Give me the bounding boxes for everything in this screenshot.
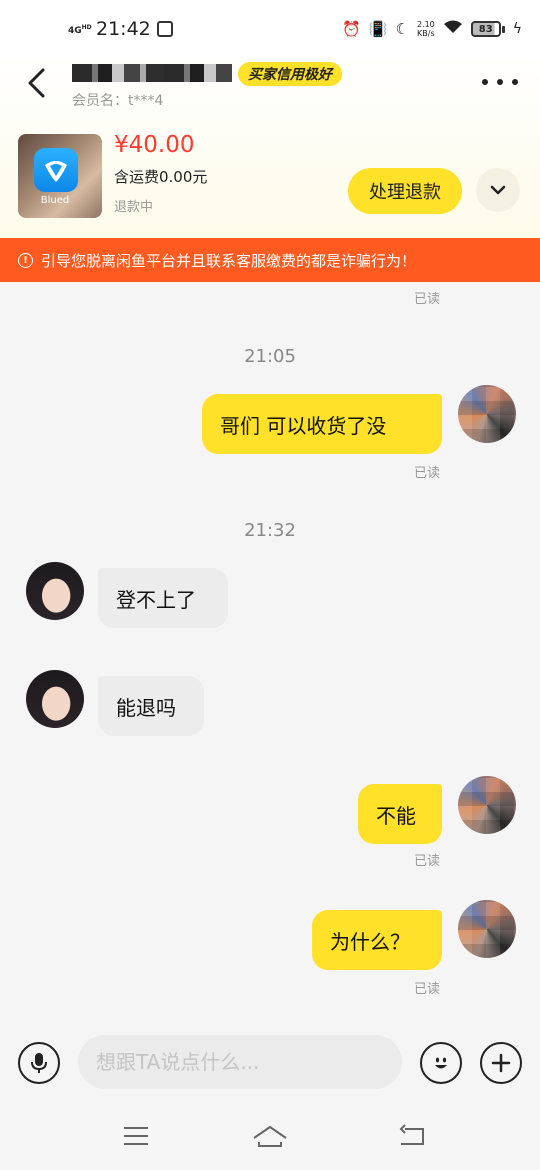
chat-area[interactable]: 已读 21:05 哥们 可以收货了没 已读 21:32 登不上了 能退吗 不能 … — [0, 282, 540, 1018]
message-input-bar — [0, 1018, 540, 1104]
wifi-icon — [443, 19, 463, 39]
screenshot-notification-icon — [156, 21, 173, 37]
message-bubble-received[interactable]: 登不上了 — [98, 568, 228, 628]
message-bubble-sent[interactable]: 哥们 可以收货了没 — [202, 394, 442, 454]
more-dots-icon — [482, 79, 488, 85]
buyer-avatar[interactable] — [26, 562, 84, 620]
emoji-button[interactable] — [420, 1042, 462, 1084]
message-bubble-sent[interactable]: 不能 — [358, 784, 442, 844]
back-button[interactable] — [22, 66, 52, 100]
my-avatar[interactable] — [458, 385, 516, 443]
home-icon — [253, 1125, 287, 1147]
system-navigation-bar — [0, 1104, 540, 1170]
blued-app-icon — [34, 148, 78, 192]
menu-icon — [124, 1127, 148, 1145]
battery-icon: 83 — [470, 21, 505, 37]
warning-icon: ! — [18, 252, 33, 268]
fraud-warning-banner: ! 引导您脱离闲鱼平台并且联系客服缴费的都是诈骗行为！ — [0, 238, 540, 282]
handle-refund-button[interactable]: 处理退款 — [348, 168, 462, 214]
nav-back-button[interactable] — [392, 1120, 432, 1152]
app-label: Blued — [40, 195, 70, 206]
do-not-disturb-moon-icon: ☾ — [395, 20, 409, 38]
alarm-icon: ⏰ — [342, 20, 361, 38]
vibrate-icon: 📳 — [368, 20, 388, 38]
message-bubble-received[interactable]: 能退吗 — [98, 676, 204, 736]
buyer-avatar[interactable] — [26, 670, 84, 728]
status-time: 21:42 — [96, 18, 151, 40]
read-status: 已读 — [414, 466, 441, 481]
return-icon — [399, 1124, 424, 1145]
back-arrow-icon — [28, 68, 45, 98]
emoji-icon — [435, 1057, 447, 1069]
expand-button[interactable] — [476, 168, 520, 212]
charging-icon: ϟ — [512, 21, 522, 37]
seller-name-redacted — [72, 64, 232, 82]
network-hd: HD — [81, 23, 92, 31]
battery-level: 83 — [470, 21, 501, 37]
chat-timestamp: 21:05 — [244, 346, 296, 367]
member-name: 会员名：t***4 — [72, 93, 164, 109]
my-avatar[interactable] — [458, 776, 516, 834]
more-button[interactable] — [482, 70, 518, 94]
voice-button[interactable] — [18, 1042, 60, 1084]
my-avatar[interactable] — [458, 900, 516, 958]
add-button[interactable] — [480, 1042, 522, 1084]
status-bar: 4GHD 21:42 ⏰ 📳 ☾ 2.10 KB/s 83 ϟ — [0, 0, 540, 58]
message-bubble-sent[interactable]: 为什么？ — [312, 910, 442, 970]
read-status: 已读 — [414, 292, 441, 307]
warning-text: 引导您脱离闲鱼平台并且联系客服缴费的都是诈骗行为！ — [41, 251, 417, 270]
network-type: 4G — [68, 25, 82, 36]
microphone-icon — [31, 1053, 47, 1073]
network-speed-value: 2.10 — [416, 20, 435, 29]
plus-icon — [491, 1053, 511, 1073]
shipping-fee: 含运费0.00元 — [114, 168, 208, 186]
network-indicator: 4GHD — [68, 23, 92, 36]
product-image[interactable]: Blued — [18, 134, 102, 218]
chat-timestamp: 21:32 — [244, 520, 296, 541]
network-speed: 2.10 KB/s — [417, 20, 435, 38]
order-status: 退款中 — [114, 200, 154, 215]
nav-home-button[interactable] — [250, 1120, 290, 1152]
message-input[interactable] — [78, 1035, 402, 1089]
read-status: 已读 — [414, 854, 441, 869]
chat-header: 买家信用极好 会员名：t***4 Blued ¥40.00 含运费0.00元 退… — [0, 58, 540, 238]
product-price: ¥40.00 — [114, 132, 195, 158]
network-speed-unit: KB/s — [417, 29, 435, 38]
nav-menu-button[interactable] — [116, 1120, 156, 1152]
chevron-down-icon — [490, 185, 506, 195]
credit-badge: 买家信用极好 — [238, 62, 342, 86]
read-status: 已读 — [414, 982, 441, 997]
